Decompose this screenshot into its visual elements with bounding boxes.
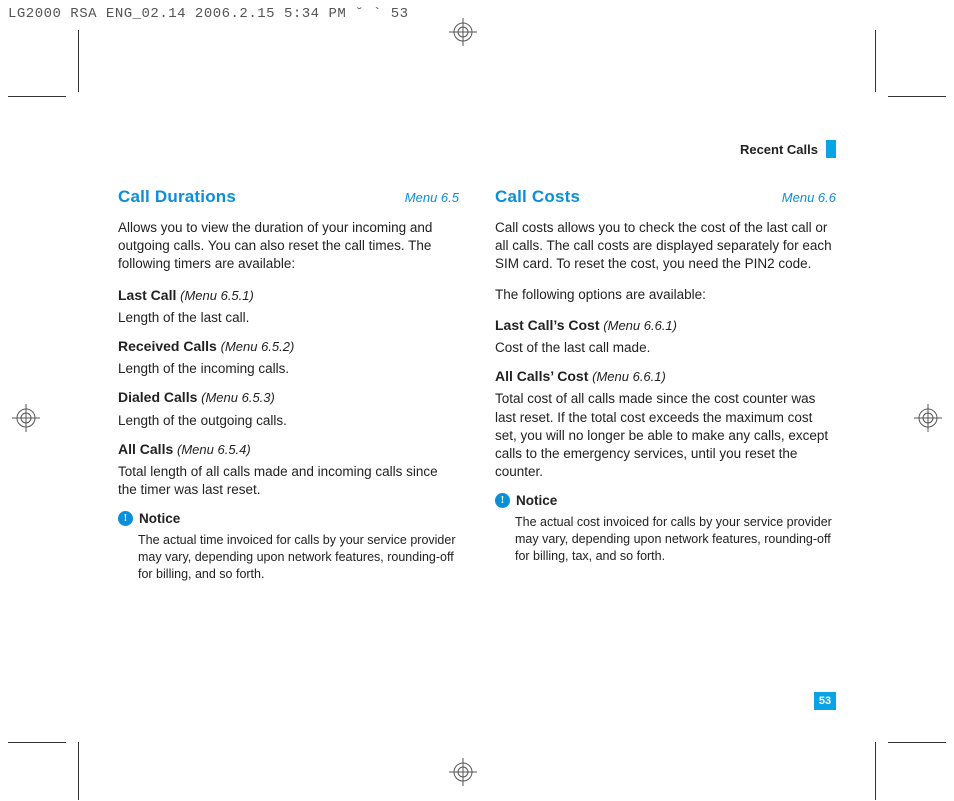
- subsection-title: Dialed Calls: [118, 389, 197, 405]
- subsection: Last Call’s Cost (Menu 6.6.1) Cost of th…: [495, 316, 836, 357]
- subsection-ref: (Menu 6.5.2): [221, 339, 295, 354]
- subsection-body: Total cost of all calls made since the c…: [495, 390, 836, 481]
- subsection-ref: (Menu 6.6.1): [592, 369, 666, 384]
- registration-mark-icon: [914, 404, 942, 432]
- subsection-title: All Calls: [118, 441, 173, 457]
- page-header-title: Recent Calls: [740, 142, 818, 157]
- subsection-title: Last Call: [118, 287, 176, 303]
- subsection-ref: (Menu 6.5.1): [180, 288, 254, 303]
- notice-label: Notice: [139, 510, 180, 528]
- section-title: Call Costs: [495, 186, 580, 209]
- crop-mark: [8, 742, 66, 743]
- subsection-title: All Calls’ Cost: [495, 368, 588, 384]
- crop-mark: [888, 96, 946, 97]
- subsection: Received Calls (Menu 6.5.2) Length of th…: [118, 337, 459, 378]
- crop-mark: [78, 30, 79, 92]
- subsection-body: Length of the last call.: [118, 309, 459, 327]
- subsection: Dialed Calls (Menu 6.5.3) Length of the …: [118, 388, 459, 429]
- header-accent-icon: [826, 140, 836, 158]
- section-heading: Call Durations Menu 6.5: [118, 186, 459, 209]
- section-intro: Allows you to view the duration of your …: [118, 219, 459, 274]
- section-intro: Call costs allows you to check the cost …: [495, 219, 836, 274]
- crop-mark: [875, 742, 876, 800]
- column-right: Call Costs Menu 6.6 Call costs allows yo…: [495, 186, 836, 691]
- section-heading: Call Costs Menu 6.6: [495, 186, 836, 209]
- notice-text: The actual cost invoiced for calls by yo…: [515, 514, 836, 565]
- section-menu-ref: Menu 6.5: [405, 189, 459, 207]
- section-menu-ref: Menu 6.6: [782, 189, 836, 207]
- subsection-ref: (Menu 6.5.4): [177, 442, 251, 457]
- notice-heading: ! Notice: [118, 510, 459, 528]
- registration-mark-icon: [12, 404, 40, 432]
- registration-mark-icon: [449, 758, 477, 786]
- crop-mark: [8, 96, 66, 97]
- registration-mark-icon: [449, 18, 477, 46]
- subsection-body: Total length of all calls made and incom…: [118, 463, 459, 499]
- subsection-title: Received Calls: [118, 338, 217, 354]
- page-number-badge: 53: [814, 692, 836, 710]
- subsection-title: Last Call’s Cost: [495, 317, 600, 333]
- crop-mark: [888, 742, 946, 743]
- subsection-body: Length of the outgoing calls.: [118, 412, 459, 430]
- print-meta-line: LG2000 RSA ENG_02.14 2006.2.15 5:34 PM ˘…: [8, 6, 409, 22]
- section-title: Call Durations: [118, 186, 236, 209]
- notice-label: Notice: [516, 492, 557, 510]
- content-area: Call Durations Menu 6.5 Allows you to vi…: [118, 186, 836, 691]
- subsection: Last Call (Menu 6.5.1) Length of the las…: [118, 286, 459, 327]
- subsection-ref: (Menu 6.5.3): [201, 390, 275, 405]
- notice-icon: !: [118, 511, 133, 526]
- notice-icon: !: [495, 493, 510, 508]
- subsection-body: Length of the incoming calls.: [118, 360, 459, 378]
- notice-text: The actual time invoiced for calls by yo…: [138, 532, 459, 583]
- subsection: All Calls (Menu 6.5.4) Total length of a…: [118, 440, 459, 500]
- subsection-body: Cost of the last call made.: [495, 339, 836, 357]
- section-intro: The following options are available:: [495, 286, 836, 304]
- page-header: Recent Calls: [740, 140, 836, 158]
- notice-heading: ! Notice: [495, 492, 836, 510]
- column-left: Call Durations Menu 6.5 Allows you to vi…: [118, 186, 459, 691]
- crop-mark: [78, 742, 79, 800]
- subsection: All Calls’ Cost (Menu 6.6.1) Total cost …: [495, 367, 836, 481]
- crop-mark: [875, 30, 876, 92]
- subsection-ref: (Menu 6.6.1): [603, 318, 677, 333]
